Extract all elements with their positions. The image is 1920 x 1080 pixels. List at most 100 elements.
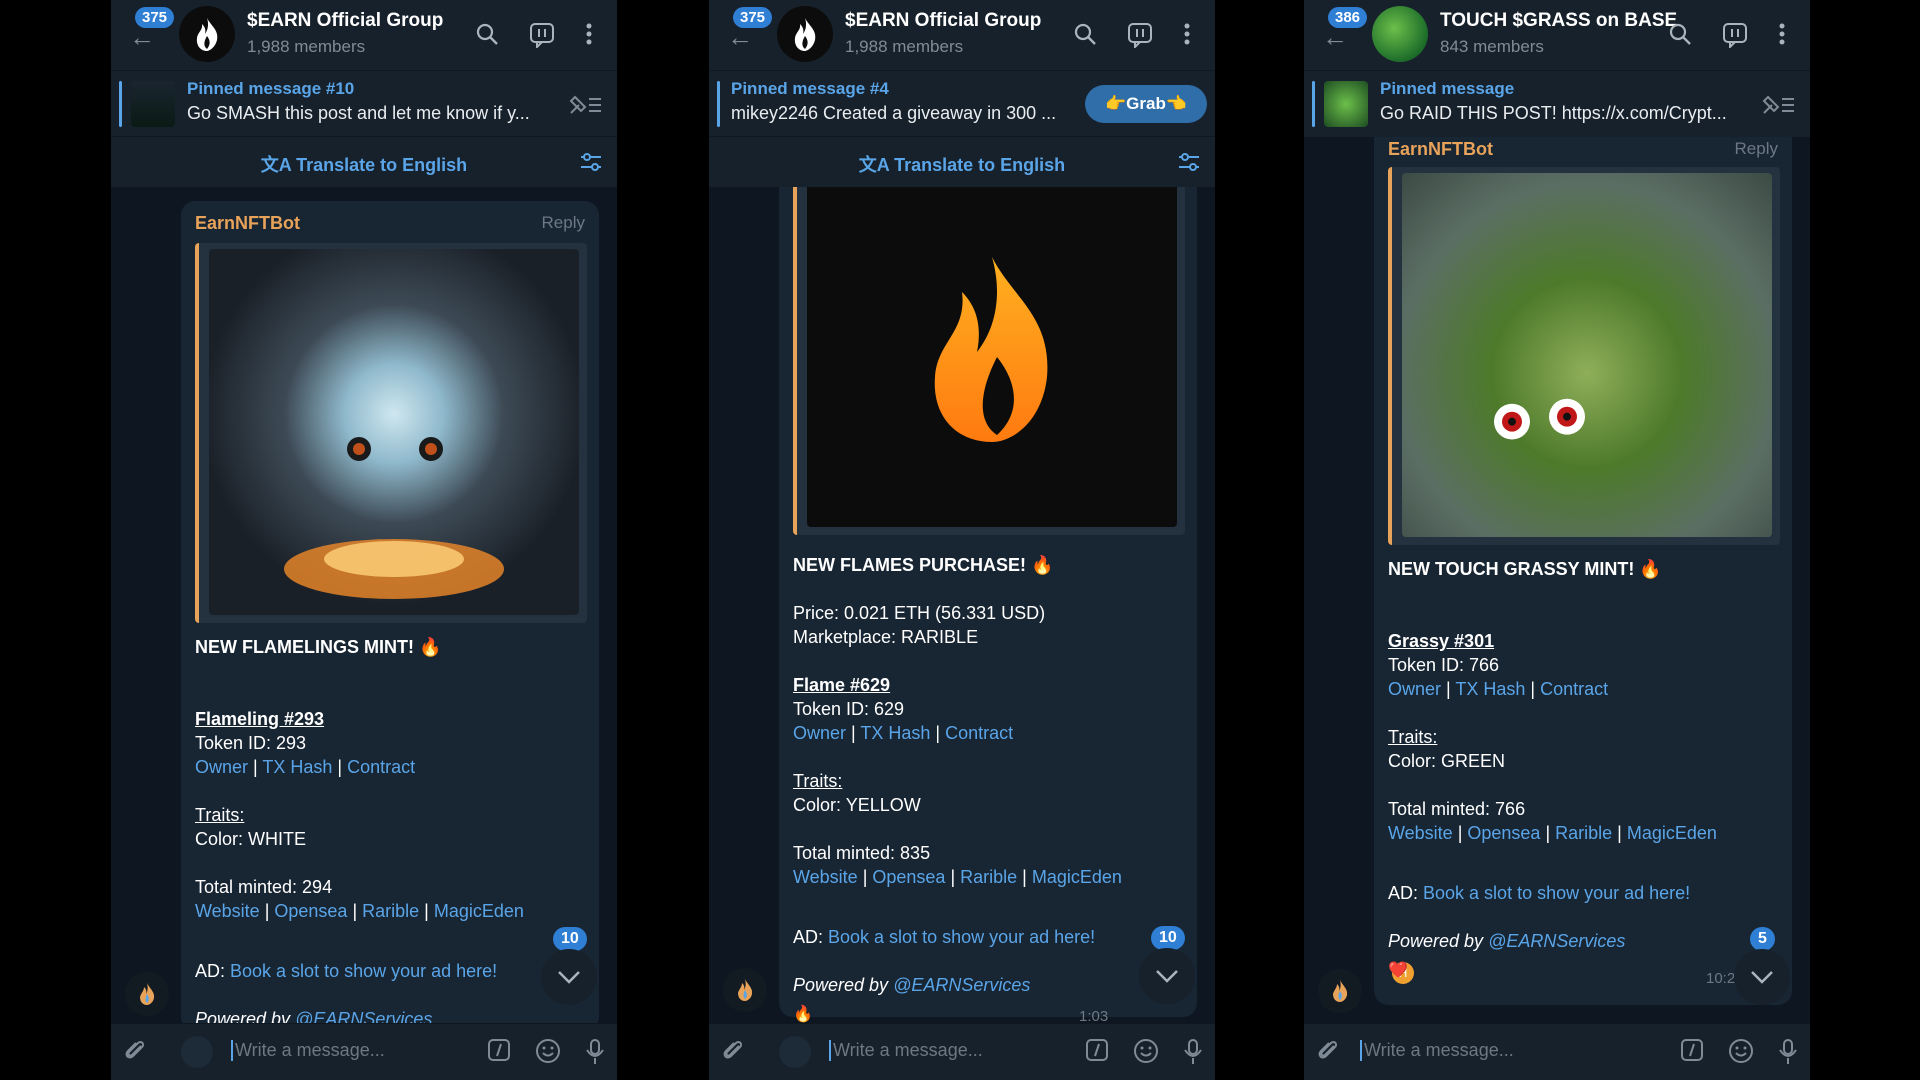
group-avatar[interactable] — [777, 6, 833, 62]
contract-link[interactable]: Contract — [1540, 679, 1608, 699]
message-composer: Write a message... — [1304, 1023, 1810, 1080]
mic-icon[interactable] — [1183, 1038, 1203, 1071]
nft-image-card[interactable] — [793, 187, 1185, 535]
powered-link[interactable]: @EARNServices — [295, 1009, 432, 1023]
emoji-icon[interactable] — [1133, 1038, 1159, 1071]
owner-link[interactable]: Owner — [195, 757, 248, 777]
powered-link[interactable]: @EARNServices — [893, 975, 1030, 995]
opensea-link[interactable]: Opensea — [274, 901, 347, 921]
more-vert-icon[interactable] — [1778, 22, 1786, 51]
powered-line: Powered by @EARNServices — [793, 973, 1122, 997]
message-list[interactable]: EarnNFTBot Reply NEW FLAMELINGS MINT! 🔥 … — [111, 187, 617, 1023]
attach-icon[interactable] — [1316, 1038, 1340, 1069]
website-link[interactable]: Website — [1388, 823, 1453, 843]
pinned-message-bar[interactable]: Pinned message #10 Go SMASH this post an… — [111, 70, 617, 137]
nft-image[interactable] — [1402, 173, 1772, 537]
voice-chat-icon[interactable] — [1127, 22, 1153, 53]
member-count: 1,988 members — [247, 37, 366, 56]
translate-bar[interactable]: 文A Translate to English — [709, 136, 1215, 188]
owner-link[interactable]: Owner — [1388, 679, 1441, 699]
emoji-icon[interactable] — [535, 1038, 561, 1071]
opensea-link[interactable]: Opensea — [872, 867, 945, 887]
bot-avatar[interactable] — [1318, 969, 1362, 1013]
message-headline: NEW TOUCH GRASSY MINT! 🔥 — [1388, 559, 1662, 579]
more-vert-icon[interactable] — [585, 22, 593, 51]
mic-icon[interactable] — [1778, 1038, 1798, 1071]
magiceden-link[interactable]: MagicEden — [1032, 867, 1122, 887]
ad-line: AD: Book a slot to show your ad here! — [195, 959, 524, 983]
group-avatar[interactable] — [179, 6, 235, 62]
pinned-message-bar[interactable]: Pinned message #4 mikey2246 Created a gi… — [709, 70, 1215, 137]
scroll-down-button[interactable] — [541, 949, 597, 1005]
ad-link[interactable]: Book a slot to show your ad here! — [230, 961, 497, 981]
ad-link[interactable]: Book a slot to show your ad here! — [1423, 883, 1690, 903]
reactions[interactable]: 🔥 — [793, 1003, 813, 1023]
emoji-icon[interactable] — [1728, 1038, 1754, 1071]
search-icon[interactable] — [1073, 22, 1097, 51]
sender-name[interactable]: EarnNFTBot — [195, 213, 300, 234]
command-icon[interactable] — [487, 1038, 511, 1071]
bot-avatar[interactable] — [125, 972, 169, 1016]
command-icon[interactable] — [1680, 1038, 1704, 1071]
grab-button[interactable]: 👉Grab👈 — [1084, 85, 1207, 123]
website-link[interactable]: Website — [195, 901, 260, 921]
powered-link[interactable]: @EARNServices — [1488, 931, 1625, 951]
bot-menu-avatar[interactable] — [181, 1036, 213, 1068]
magiceden-link[interactable]: MagicEden — [434, 901, 524, 921]
contract-link[interactable]: Contract — [945, 723, 1013, 743]
tx-hash-link[interactable]: TX Hash — [262, 757, 332, 777]
translate-bar[interactable]: 文A Translate to English — [111, 136, 617, 188]
nft-image-card[interactable] — [1388, 167, 1780, 545]
bot-avatar[interactable] — [723, 968, 767, 1012]
tx-hash-link[interactable]: TX Hash — [1455, 679, 1525, 699]
translate-button[interactable]: 文A Translate to English — [111, 151, 617, 177]
group-avatar[interactable] — [1372, 6, 1428, 62]
search-icon[interactable] — [1668, 22, 1692, 51]
pinned-message-bar[interactable]: Pinned message Go RAID THIS POST! https:… — [1304, 70, 1810, 137]
nft-image[interactable] — [807, 187, 1177, 527]
message-list[interactable]: EarnNFTBot Reply NEW TOUCH GRASSY MINT! … — [1304, 137, 1810, 1023]
ad-link[interactable]: Book a slot to show your ad here! — [828, 927, 1095, 947]
rarible-link[interactable]: Rarible — [960, 867, 1017, 887]
message-list[interactable]: NEW FLAMES PURCHASE! 🔥 Price: 0.021 ETH … — [709, 187, 1215, 1023]
chat-panel-earn-1: ← 375 $EARN Official Group 1,988 members… — [111, 0, 617, 1080]
reactions[interactable]: ❤️ — [1388, 959, 1408, 983]
website-link[interactable]: Website — [793, 867, 858, 887]
rarible-link[interactable]: Rarible — [362, 901, 419, 921]
search-icon[interactable] — [475, 22, 499, 51]
opensea-link[interactable]: Opensea — [1467, 823, 1540, 843]
ad-line: AD: Book a slot to show your ad here! — [793, 925, 1122, 949]
owner-link[interactable]: Owner — [793, 723, 846, 743]
scroll-down-button[interactable] — [1139, 948, 1195, 1004]
rarible-link[interactable]: Rarible — [1555, 823, 1612, 843]
nft-image-card[interactable] — [195, 243, 587, 623]
unpin-list-icon[interactable] — [1760, 93, 1796, 122]
command-icon[interactable] — [1085, 1038, 1109, 1071]
tx-hash-link[interactable]: TX Hash — [860, 723, 930, 743]
unpin-list-icon[interactable] — [567, 93, 603, 122]
attach-icon[interactable] — [123, 1038, 147, 1069]
message-input[interactable]: Write a message... — [1360, 1040, 1514, 1061]
translate-settings-icon[interactable] — [1177, 151, 1201, 178]
voice-chat-icon[interactable] — [1722, 22, 1748, 53]
message-composer: Write a message... — [111, 1023, 617, 1080]
magiceden-link[interactable]: MagicEden — [1627, 823, 1717, 843]
mic-icon[interactable] — [585, 1038, 605, 1071]
translate-settings-icon[interactable] — [579, 151, 603, 178]
reply-button[interactable]: Reply — [542, 213, 585, 233]
voice-chat-icon[interactable] — [529, 22, 555, 53]
translate-label: Translate to English — [894, 155, 1066, 175]
message-headline: NEW FLAMES PURCHASE! 🔥 — [793, 555, 1054, 575]
translate-button[interactable]: 文A Translate to English — [709, 151, 1215, 177]
sender-name[interactable]: EarnNFTBot — [1388, 139, 1493, 160]
bot-menu-avatar[interactable] — [779, 1036, 811, 1068]
scroll-down-button[interactable] — [1734, 949, 1790, 1005]
attach-icon[interactable] — [721, 1038, 745, 1069]
links-row-1: Owner | TX Hash | Contract — [195, 757, 416, 777]
nft-image[interactable] — [209, 249, 579, 615]
reply-button[interactable]: Reply — [1735, 139, 1778, 159]
message-input[interactable]: Write a message... — [829, 1040, 983, 1061]
contract-link[interactable]: Contract — [347, 757, 415, 777]
message-input[interactable]: Write a message... — [231, 1040, 385, 1061]
more-vert-icon[interactable] — [1183, 22, 1191, 51]
